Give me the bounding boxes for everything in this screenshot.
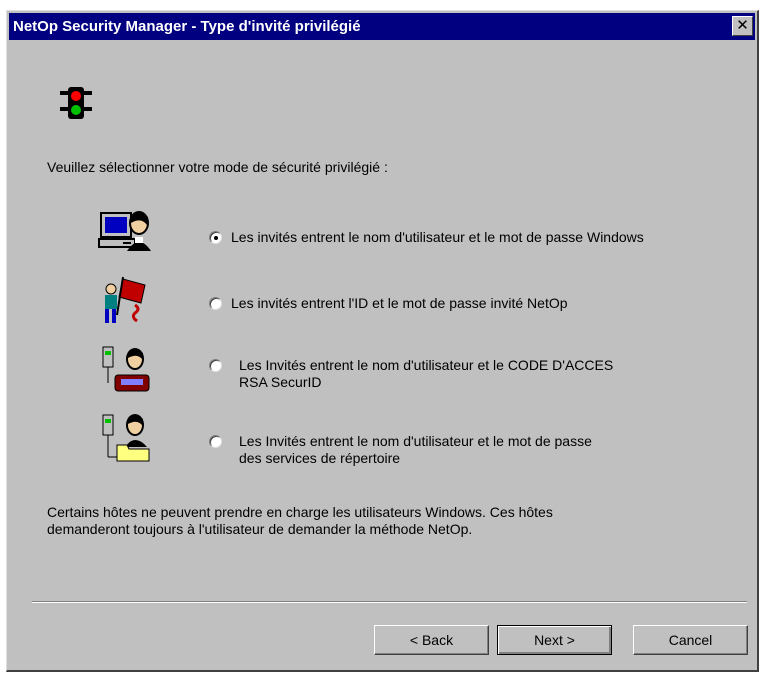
securid-user-icon xyxy=(102,346,150,392)
option-label-line-2: RSA SecurID xyxy=(239,374,322,390)
windows-user-icon xyxy=(98,211,151,251)
option-label: Les invités entrent le nom d'utilisateur… xyxy=(231,229,644,245)
radio-directory-services[interactable] xyxy=(209,435,222,448)
radio-netop-guest-id[interactable] xyxy=(209,297,222,310)
close-button[interactable]: ✕ xyxy=(732,16,753,36)
title-bar[interactable]: NetOp Security Manager - Type d'invité p… xyxy=(9,13,755,40)
back-button[interactable]: < Back xyxy=(374,625,489,655)
close-icon: ✕ xyxy=(736,17,749,34)
next-button[interactable]: Next > xyxy=(497,625,612,655)
option-label: Les Invités entrent le nom d'utilisateur… xyxy=(239,433,592,449)
cancel-button[interactable]: Cancel xyxy=(633,625,748,655)
separator-line xyxy=(32,601,747,603)
info-note: Certains hôtes ne peuvent prendre en cha… xyxy=(47,504,727,538)
traffic-light-icon xyxy=(60,87,92,119)
window-title: NetOp Security Manager - Type d'invité p… xyxy=(13,18,361,35)
option-label: Les Invités entrent le nom d'utilisateur… xyxy=(239,357,614,373)
prompt-text: Veuillez sélectionner votre mode de sécu… xyxy=(47,159,388,175)
radio-windows-login[interactable] xyxy=(209,231,222,244)
option-label-line-2: des services de répertoire xyxy=(239,450,401,466)
directory-services-icon xyxy=(102,414,150,462)
option-label: Les invités entrent l'ID et le mot de pa… xyxy=(231,295,568,311)
dialog-window: NetOp Security Manager - Type d'invité p… xyxy=(6,10,759,672)
note-line-2: demanderont toujours à l'utilisateur de … xyxy=(47,521,473,537)
note-line-1: Certains hôtes ne peuvent prendre en cha… xyxy=(47,504,553,520)
netop-guest-icon xyxy=(105,276,146,323)
radio-rsa-securid[interactable] xyxy=(209,359,222,372)
